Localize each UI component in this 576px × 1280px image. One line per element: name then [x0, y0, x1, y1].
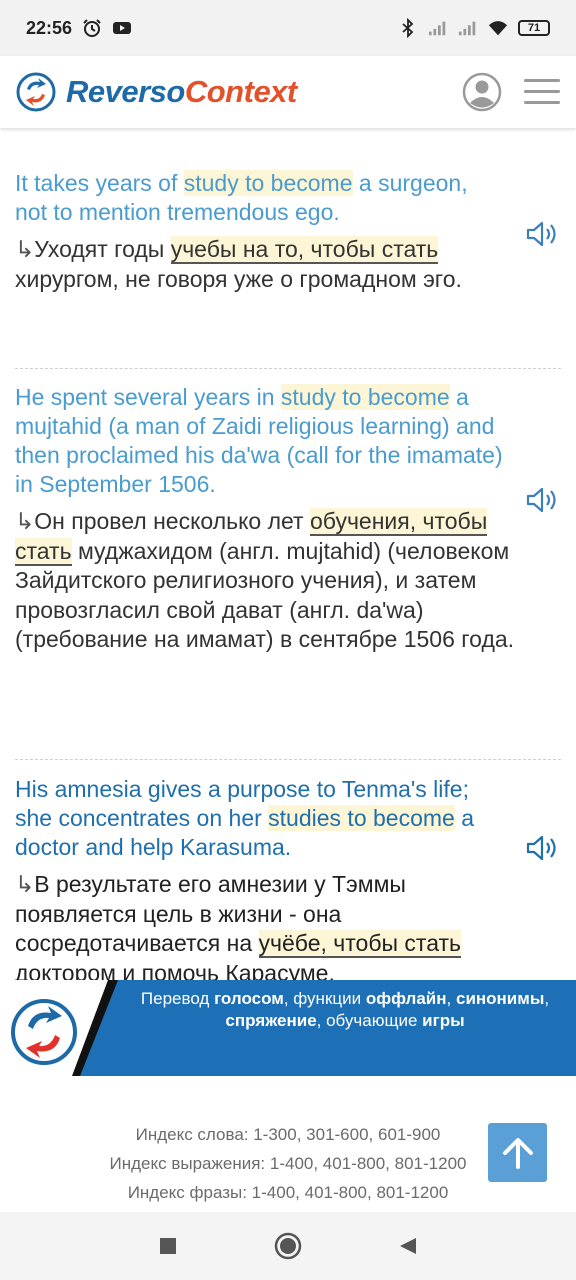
wifi-icon	[488, 21, 508, 36]
signal-icon	[428, 21, 446, 36]
promo-logo-icon	[0, 980, 118, 1076]
alarm-icon	[83, 19, 101, 37]
example-item[interactable]: His amnesia gives a purpose to Tenma's l…	[15, 760, 561, 980]
example-source: It takes years of study to become a surg…	[15, 140, 505, 227]
examples-list: It takes years of study to become a surg…	[0, 140, 576, 980]
example-translation: ↳Уходят годы учебы на то, чтобы стать хи…	[15, 227, 515, 294]
translation-text: Уходят годы	[34, 236, 171, 262]
speaker-icon[interactable]	[525, 833, 561, 863]
promo-banner[interactable]: Перевод голосом, функции оффлайн, синони…	[0, 980, 576, 1076]
promo-keyword: игры	[422, 1011, 465, 1030]
speaker-icon[interactable]	[525, 485, 561, 515]
translation-highlight: учебы на то, чтобы стать	[170, 236, 439, 264]
scroll-to-top-button[interactable]	[488, 1123, 547, 1182]
source-highlight: study to become	[280, 384, 450, 410]
logo[interactable]: ReversoContext	[16, 72, 297, 112]
example-translation: ↳В результате его амнезии у Тэммы появля…	[15, 862, 515, 980]
example-source: His amnesia gives a purpose to Tenma's l…	[15, 760, 505, 862]
translation-text: Он провел несколько лет	[34, 508, 310, 534]
status-time: 22:56	[26, 17, 73, 38]
source-highlight: studies to become	[268, 805, 455, 831]
translation-highlight: учёбе, чтобы стать	[258, 930, 462, 958]
promo-text-part: , обучающие	[316, 1011, 423, 1030]
status-bar: 22:56 71	[0, 0, 576, 56]
example-item[interactable]: He spent several years in study to becom…	[15, 369, 561, 760]
example-item[interactable]: It takes years of study to become a surg…	[15, 140, 561, 369]
home-icon[interactable]	[274, 1232, 302, 1260]
translation-arrow-icon: ↳	[15, 871, 35, 897]
promo-text: Перевод голосом, функции оффлайн, синони…	[130, 988, 560, 1032]
translation-text: доктором и помочь Карасуме.	[15, 959, 335, 981]
logo-text-reverso: Reverso	[66, 74, 185, 109]
reverso-logo-icon	[16, 72, 56, 112]
youtube-icon	[113, 22, 132, 34]
promo-keyword: синонимы	[455, 989, 545, 1008]
promo-keyword: спряжение	[225, 1011, 317, 1030]
translation-arrow-icon: ↳	[15, 236, 35, 262]
arrow-up-icon	[502, 1137, 533, 1169]
logo-text-context: Context	[184, 74, 297, 109]
promo-text-part: , функции	[283, 989, 366, 1008]
profile-icon[interactable]	[462, 72, 502, 112]
system-nav-bar	[0, 1212, 576, 1280]
source-text: It takes years of	[15, 170, 184, 196]
menu-icon[interactable]	[524, 78, 560, 106]
translation-arrow-icon: ↳	[15, 508, 35, 534]
promo-keyword: голосом	[214, 989, 284, 1008]
source-text: He spent several years in	[15, 384, 281, 410]
promo-keyword: оффлайн	[365, 989, 447, 1008]
recents-icon[interactable]	[158, 1236, 178, 1256]
promo-text-part: Перевод	[140, 989, 215, 1008]
battery-level: 71	[527, 22, 541, 34]
translation-text: хирургом, не говоря уже о громадном эго.	[15, 265, 462, 292]
battery-icon: 71	[518, 20, 550, 36]
phrase-index-link[interactable]: Индекс фразы: 1-400, 401-800, 801-1200	[0, 1178, 576, 1207]
source-highlight: study to become	[183, 170, 353, 196]
speaker-icon[interactable]	[525, 219, 561, 249]
app-header: ReversoContext	[0, 56, 576, 128]
signal-icon	[458, 21, 476, 36]
example-translation: ↳Он провел несколько лет обучения, чтобы…	[15, 499, 515, 655]
back-icon[interactable]	[398, 1236, 418, 1256]
example-source: He spent several years in study to becom…	[15, 369, 505, 499]
promo-text-part: ,	[446, 989, 456, 1008]
translation-text: муджахидом (англ. mujtahid) (человеком З…	[15, 537, 515, 653]
promo-text-part: ,	[544, 989, 550, 1008]
bluetooth-icon	[402, 18, 414, 38]
